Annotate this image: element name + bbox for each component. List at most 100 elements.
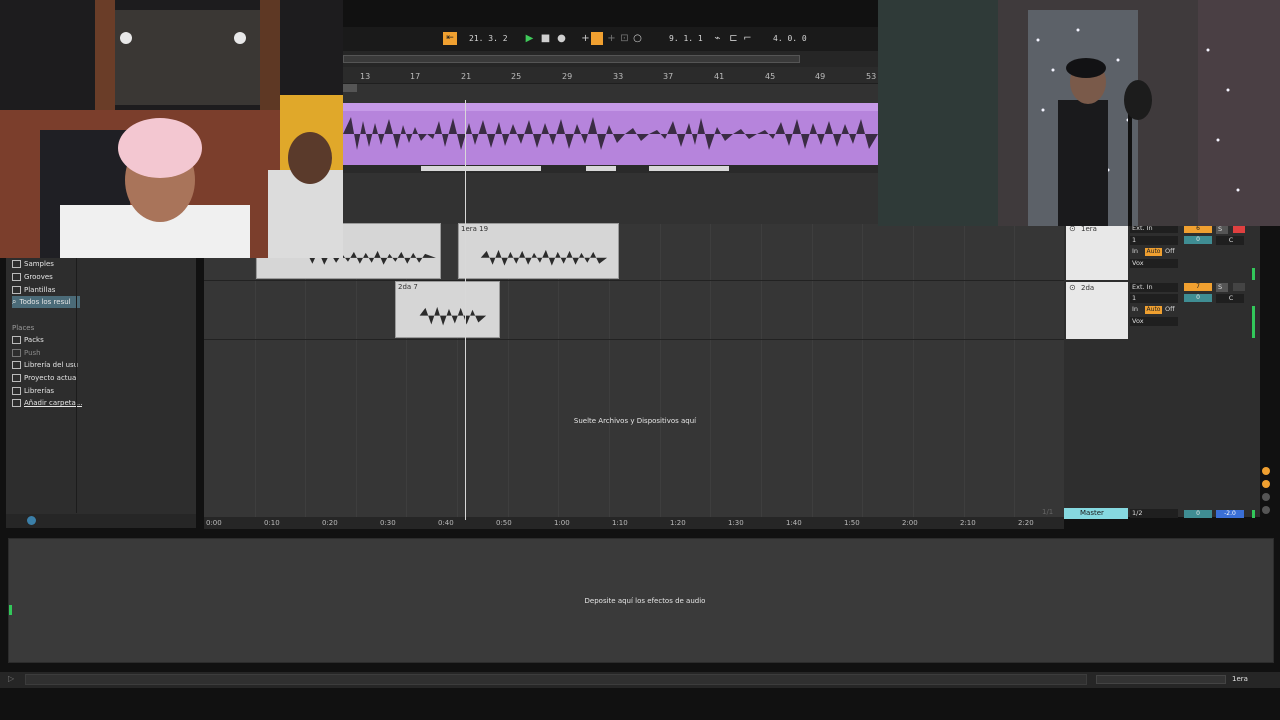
browser-item-all-results[interactable]: ⌕ Todos los resul xyxy=(12,296,80,308)
scroll-marker xyxy=(343,84,357,92)
browser-item-templates[interactable]: Plantillas xyxy=(12,284,55,296)
house-icon xyxy=(12,361,21,369)
punch-in-icon[interactable]: ⌁ xyxy=(711,32,724,45)
time-label: 0:50 xyxy=(496,519,512,527)
capture-icon[interactable]: + xyxy=(605,32,618,45)
audio-clip-1era-19[interactable]: 1era 19 xyxy=(458,223,619,279)
search-icon: ⌕ xyxy=(12,297,17,306)
master-gain-field[interactable]: -2.0 xyxy=(1216,510,1244,518)
pan-field[interactable]: C xyxy=(1216,236,1244,245)
folder-icon xyxy=(12,273,21,281)
arm-button[interactable] xyxy=(1233,225,1245,233)
fold-icon[interactable]: ⊙ xyxy=(1069,283,1076,292)
play-icon[interactable]: ▶ xyxy=(523,32,536,45)
bar-number: 29 xyxy=(562,72,573,81)
record-icon[interactable]: ● xyxy=(555,32,568,45)
time-label: 0:20 xyxy=(322,519,338,527)
bar-number: 13 xyxy=(360,72,371,81)
bar-number: 49 xyxy=(815,72,826,81)
io-toggle-icon[interactable] xyxy=(1262,467,1270,475)
beat-time-ruler[interactable]: 13 17 21 25 29 33 37 41 45 49 53 xyxy=(343,67,878,84)
time-label: 1:30 xyxy=(728,519,744,527)
stop-icon[interactable]: ■ xyxy=(539,32,552,45)
audio-clip-expanded[interactable] xyxy=(343,103,878,165)
place-packs[interactable]: Packs xyxy=(12,334,44,346)
monitor-in[interactable]: In xyxy=(1130,247,1144,256)
input-channel-select[interactable]: 1 xyxy=(1130,294,1178,303)
clip-header[interactable] xyxy=(343,103,878,111)
loop-icon[interactable]: ○ xyxy=(631,32,644,45)
track-activator[interactable]: 7 xyxy=(1184,283,1212,291)
sends-toggle-icon[interactable] xyxy=(1262,480,1270,488)
output-select[interactable]: Vox xyxy=(1130,259,1178,268)
output-select[interactable]: Vox xyxy=(1130,317,1178,326)
time-label: 0:30 xyxy=(380,519,396,527)
audio-clip-2da-7[interactable]: 2da 7 xyxy=(395,281,500,338)
folder-icon xyxy=(12,260,21,268)
place-push[interactable]: Push xyxy=(12,347,41,359)
device-level-meter xyxy=(9,605,12,615)
monitor-auto[interactable]: Auto xyxy=(1145,306,1162,314)
master-volume-field[interactable]: 0 xyxy=(1184,510,1212,518)
folder-icon xyxy=(12,374,21,382)
master-output-select[interactable]: 1/2 xyxy=(1130,509,1178,518)
add-folder-link[interactable]: Añadir carpeta... xyxy=(12,397,82,409)
monitor-off[interactable]: Off xyxy=(1163,247,1179,256)
track-header-1era[interactable] xyxy=(1066,225,1128,280)
clip-waveform xyxy=(419,306,487,326)
arrangement-drop-hint: Suelte Archivos y Dispositivos aquí xyxy=(573,417,697,425)
places-heading: Places xyxy=(12,324,35,332)
arm-button[interactable] xyxy=(1233,283,1245,291)
mixer-toggle-icon[interactable] xyxy=(1262,506,1270,514)
cpu-load-meter xyxy=(1096,675,1226,684)
loop-start-display[interactable]: 9. 1. 1 xyxy=(669,32,709,46)
punch-out-icon[interactable]: ⌐ xyxy=(741,32,754,45)
solo-button[interactable]: S xyxy=(1216,283,1228,292)
returns-toggle-icon[interactable] xyxy=(1262,493,1270,501)
selected-track-name[interactable]: 1era xyxy=(1232,675,1248,683)
monitor-auto[interactable]: Auto xyxy=(1145,248,1162,256)
input-channel-select[interactable]: 1 xyxy=(1130,236,1178,245)
monitor-in[interactable]: In xyxy=(1130,305,1144,314)
master-track-header[interactable]: Master xyxy=(1064,508,1128,519)
overview-visible-region[interactable] xyxy=(343,55,800,63)
status-message-field xyxy=(25,674,1087,685)
clip-waveform xyxy=(343,117,878,150)
volume-field[interactable]: 0 xyxy=(1184,294,1212,302)
session-record-icon[interactable]: ⊡ xyxy=(618,32,631,45)
automation-arm-button[interactable] xyxy=(591,32,603,45)
webcam-right xyxy=(878,0,1280,226)
track-name[interactable]: 1era xyxy=(1081,225,1097,233)
push-icon xyxy=(12,349,21,357)
follow-button[interactable]: ⇤ xyxy=(443,32,457,45)
place-user-library[interactable]: Librería del usu xyxy=(12,359,80,371)
add-folder-icon xyxy=(12,399,21,407)
input-type-select[interactable]: Ext. In xyxy=(1130,283,1178,292)
time-label: 1:50 xyxy=(844,519,860,527)
browser-item-samples[interactable]: Samples xyxy=(12,258,54,270)
browser-column-divider[interactable] xyxy=(76,258,77,513)
loop-length-display[interactable]: 4. 0. 0 xyxy=(773,32,813,46)
folder-icon xyxy=(12,387,21,395)
place-current-project[interactable]: Proyecto actua xyxy=(12,372,80,384)
browser-item-grooves[interactable]: Grooves xyxy=(12,271,53,283)
preview-icon[interactable] xyxy=(27,516,36,525)
track-activator[interactable]: 6 xyxy=(1184,225,1212,233)
track-name[interactable]: 2da xyxy=(1081,284,1094,292)
webcam-feed-image xyxy=(0,0,343,258)
song-position-display[interactable]: 21. 3. 2 xyxy=(469,32,515,46)
status-play-icon[interactable]: ▷ xyxy=(8,674,14,683)
level-meter xyxy=(1252,306,1255,338)
webcam-left xyxy=(0,0,343,258)
loop-switch-icon[interactable]: ⊏ xyxy=(727,32,740,45)
volume-field[interactable]: 0 xyxy=(1184,236,1212,244)
bar-number: 33 xyxy=(613,72,624,81)
playhead[interactable] xyxy=(465,100,466,520)
solo-button[interactable]: S xyxy=(1216,225,1228,234)
packs-icon xyxy=(12,336,21,344)
time-ruler[interactable]: 0:00 0:10 0:20 0:30 0:40 0:50 1:00 1:10 … xyxy=(204,517,1064,529)
place-libraries[interactable]: Librerías xyxy=(12,385,54,397)
arrangement-overview[interactable] xyxy=(343,51,878,67)
monitor-off[interactable]: Off xyxy=(1163,305,1179,314)
pan-field[interactable]: C xyxy=(1216,294,1244,303)
